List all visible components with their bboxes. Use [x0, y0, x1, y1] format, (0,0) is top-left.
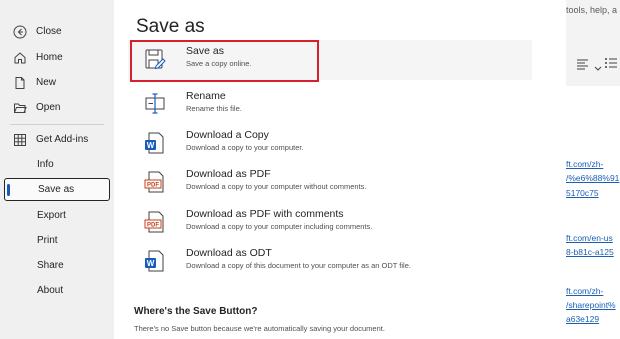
- option-text: Download as PDF with comments Download a…: [186, 208, 372, 232]
- bullet-list-icon[interactable]: [604, 56, 618, 75]
- option-description: Download a copy to your computer without…: [186, 182, 367, 191]
- nav-label: Print: [37, 235, 58, 246]
- option-title: Rename: [186, 90, 226, 102]
- doc-link[interactable]: 8-b81c-a125: [566, 247, 614, 257]
- option-title: Download as PDF: [186, 168, 271, 180]
- option-text: Rename Rename this file.: [186, 90, 242, 114]
- back-arrow-icon: [12, 24, 28, 40]
- option-description: Download a copy to your computer includi…: [186, 222, 373, 231]
- nav-print[interactable]: Print: [4, 229, 110, 252]
- nav-info[interactable]: Info: [4, 153, 110, 176]
- option-text: Download as PDF Download a copy to your …: [186, 168, 367, 192]
- svg-text:PDF: PDF: [147, 183, 159, 189]
- nav-close[interactable]: Close: [4, 20, 110, 43]
- nav-new[interactable]: New: [4, 71, 110, 94]
- page-title: Save as: [136, 16, 205, 37]
- new-document-icon: [12, 75, 28, 91]
- rename-icon: [144, 91, 166, 117]
- option-title: Download as ODT: [186, 247, 272, 259]
- nav-export[interactable]: Export: [4, 204, 110, 227]
- pdf-icon: PDF: [144, 169, 166, 195]
- nav-share[interactable]: Share: [4, 254, 110, 277]
- option-title: Download as PDF with comments: [186, 208, 344, 220]
- save-button-heading: Where's the Save Button?: [134, 306, 258, 317]
- nav-about[interactable]: About: [4, 279, 110, 302]
- nav-label: Info: [37, 159, 54, 170]
- nav-label: Open: [36, 102, 61, 113]
- nav-home[interactable]: Home: [4, 46, 110, 69]
- doc-link[interactable]: ft.com/en-us: [566, 233, 613, 243]
- doc-link[interactable]: ft.com/zh-: [566, 159, 603, 169]
- nav-label: Get Add-ins: [36, 134, 89, 145]
- ribbon-toolbar: [566, 50, 620, 76]
- focus-highlight: [130, 40, 319, 82]
- download-pdf-option[interactable]: PDF Download as PDF Download a copy to y…: [128, 163, 532, 203]
- sidebar-divider: [10, 124, 104, 125]
- doc-link[interactable]: /%e6%88%91: [566, 173, 619, 183]
- svg-text:W: W: [147, 259, 155, 268]
- add-ins-grid-icon: [12, 132, 28, 148]
- document-page: ft.com/zh- /%e6%88%91 5170c75 ft.com/en-…: [566, 86, 620, 339]
- svg-text:PDF: PDF: [147, 223, 159, 229]
- option-description: Rename this file.: [186, 104, 242, 113]
- nav-label: New: [36, 77, 57, 88]
- nav-label: About: [37, 285, 64, 296]
- nav-label: Save as: [38, 184, 75, 195]
- nav-label: Share: [37, 260, 64, 271]
- nav-label: Export: [37, 210, 66, 221]
- folder-open-icon: [12, 100, 28, 116]
- nav-save-as[interactable]: Save as: [4, 178, 110, 201]
- nav-label: Close: [36, 26, 62, 37]
- doc-link[interactable]: 5170c75: [566, 188, 599, 198]
- align-icon[interactable]: [576, 57, 592, 75]
- option-description: Download a copy of this document to your…: [186, 261, 411, 270]
- nav-label: Home: [36, 52, 63, 63]
- save-as-panel: Save as Save as Save a copy online. Rena…: [114, 0, 566, 339]
- word-doc-icon: W: [144, 130, 166, 156]
- option-title: Download a Copy: [186, 129, 269, 141]
- svg-text:W: W: [147, 141, 155, 150]
- option-description: Download a copy to your computer.: [186, 143, 304, 152]
- odt-doc-icon: W: [144, 248, 166, 274]
- backstage-sidebar: Close Home New Open Get Add-ins Info Sav…: [0, 0, 114, 339]
- pdf-icon: PDF: [144, 209, 166, 235]
- doc-link[interactable]: /sharepoint%: [566, 300, 616, 310]
- doc-link[interactable]: ft.com/zh-: [566, 286, 603, 296]
- tell-me-search[interactable]: tools, help, a: [566, 0, 620, 22]
- rename-option[interactable]: Rename Rename this file.: [128, 85, 532, 125]
- background-document: tools, help, a ft.com/zh- /%e6%88%91 517…: [566, 0, 620, 339]
- option-text: Download a Copy Download a copy to your …: [186, 129, 304, 153]
- download-odt-option[interactable]: W Download as ODT Download a copy of thi…: [128, 242, 532, 282]
- nav-open[interactable]: Open: [4, 96, 110, 119]
- option-text: Download as ODT Download a copy of this …: [186, 247, 411, 271]
- doc-link[interactable]: a63e129: [566, 314, 599, 324]
- nav-get-add-ins[interactable]: Get Add-ins: [4, 128, 110, 151]
- download-copy-option[interactable]: W Download a Copy Download a copy to you…: [128, 124, 532, 164]
- chevron-down-icon[interactable]: [594, 59, 602, 77]
- download-pdf-comments-option[interactable]: PDF Download as PDF with comments Downlo…: [128, 203, 532, 243]
- home-icon: [12, 50, 28, 66]
- save-button-info: There's no Save button because we're aut…: [134, 324, 385, 333]
